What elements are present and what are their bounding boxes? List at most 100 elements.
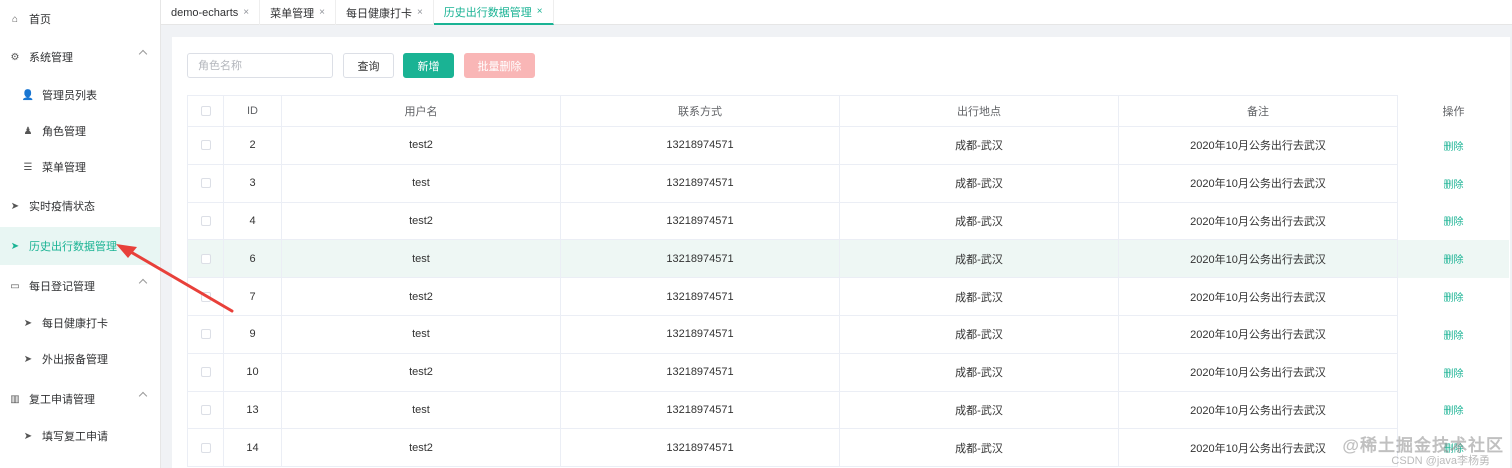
close-icon[interactable]: × <box>537 6 543 17</box>
table-row[interactable]: 3 test 13218974571 成都-武汉 2020年10月公务出行去武汉 删除 <box>187 163 1510 203</box>
cell-remark: 2020年10月公务出行去武汉 <box>1118 390 1398 430</box>
bar-chart-icon: ▥ <box>10 393 20 405</box>
table-row[interactable]: 14 test2 13218974571 成都-武汉 2020年10月公务出行去武汉 删除 <box>187 428 1510 468</box>
sidebar-item-travel-history[interactable]: ➤ 历史出行数据管理 <box>0 227 160 265</box>
row-select-cell <box>187 201 224 241</box>
role-name-search-input[interactable] <box>187 53 333 78</box>
send-icon: ➤ <box>10 240 20 252</box>
sidebar-item-menus[interactable]: ☰ 菜单管理 <box>0 148 160 186</box>
travel-data-table: ID 用户名 联系方式 出行地点 备注 操作 2 test2 13218974571… <box>187 95 1510 468</box>
cell-id: 9 <box>223 314 282 354</box>
cell-contact: 13218974571 <box>560 277 840 316</box>
cell-place: 成都-武汉 <box>839 314 1119 354</box>
delete-link[interactable]: 删除 <box>1444 293 1464 304</box>
column-header-id: ID <box>223 95 282 127</box>
cell-username: test2 <box>281 428 561 468</box>
delete-link[interactable]: 删除 <box>1444 217 1464 228</box>
tab-daily-health-checkin[interactable]: 每日健康打卡 × <box>336 0 434 25</box>
cell-actions: 删除 <box>1398 127 1510 165</box>
cell-actions: 删除 <box>1398 353 1510 391</box>
tab-label: 菜单管理 <box>270 7 315 20</box>
cell-username: test <box>281 239 561 279</box>
close-icon[interactable]: × <box>243 7 249 18</box>
add-button[interactable]: 新增 <box>403 53 454 78</box>
delete-link[interactable]: 删除 <box>1444 180 1464 191</box>
send-icon: ➤ <box>10 200 20 212</box>
row-select-cell <box>187 390 224 430</box>
sidebar-item-admins[interactable]: 👤 管理员列表 <box>0 76 160 114</box>
cell-username: test <box>281 163 561 203</box>
tab-travel-history[interactable]: 历史出行数据管理 × <box>433 0 554 25</box>
select-all-checkbox[interactable] <box>200 106 211 117</box>
cell-username: test <box>281 314 561 354</box>
cell-contact: 13218974571 <box>560 314 840 354</box>
table-row[interactable]: 9 test 13218974571 成都-武汉 2020年10月公务出行去武汉 删除 <box>187 314 1510 354</box>
delete-link[interactable]: 删除 <box>1444 406 1464 417</box>
sidebar-item-fill-return-application[interactable]: ➤ 填写复工申请 <box>0 417 160 455</box>
column-header-username: 用户名 <box>281 95 561 127</box>
table-row[interactable]: 2 test2 13218974571 成都-武汉 2020年10月公务出行去武汉 删除 <box>187 126 1510 165</box>
column-header-remark: 备注 <box>1118 95 1398 127</box>
row-select-cell <box>187 126 224 165</box>
select-all-cell <box>187 95 224 127</box>
delete-link[interactable]: 删除 <box>1444 142 1464 153</box>
cell-actions: 删除 <box>1398 315 1510 353</box>
row-checkbox[interactable] <box>200 216 211 227</box>
cell-actions: 删除 <box>1398 202 1510 240</box>
sidebar-item-outing-report[interactable]: ➤ 外出报备管理 <box>0 340 160 378</box>
cell-id: 4 <box>223 201 282 241</box>
chevron-up-icon <box>138 278 148 288</box>
chevron-up-icon <box>138 391 148 401</box>
cell-place: 成都-武汉 <box>839 126 1119 165</box>
cell-contact: 13218974571 <box>560 352 840 392</box>
sidebar-item-home[interactable]: ⌂ 首页 <box>0 0 160 38</box>
row-checkbox[interactable] <box>200 140 211 151</box>
cell-remark: 2020年10月公务出行去武汉 <box>1118 239 1398 279</box>
row-checkbox[interactable] <box>200 442 211 453</box>
cell-place: 成都-武汉 <box>839 277 1119 316</box>
row-select-cell <box>187 352 224 392</box>
table-row[interactable]: 7 test2 13218974571 成都-武汉 2020年10月公务出行去武汉 删除 <box>187 277 1510 316</box>
sidebar-item-return-to-work[interactable]: ▥ 复工申请管理 <box>0 380 160 418</box>
tab-menu-management[interactable]: 菜单管理 × <box>260 0 336 25</box>
sidebar-item-label: 菜单管理 <box>42 162 86 174</box>
delete-link[interactable]: 删除 <box>1444 369 1464 380</box>
close-icon[interactable]: × <box>417 7 423 18</box>
sidebar-item-realtime-epidemic[interactable]: ➤ 实时疫情状态 <box>0 187 160 225</box>
tab-label: demo-echarts <box>171 6 239 19</box>
sidebar-item-daily-registration[interactable]: ▭ 每日登记管理 <box>0 267 160 305</box>
row-select-cell <box>187 163 224 203</box>
row-select-cell <box>187 314 224 354</box>
table-row[interactable]: 13 test 13218974571 成都-武汉 2020年10月公务出行去武汉 删除 <box>187 390 1510 430</box>
sidebar-item-label: 外出报备管理 <box>42 354 108 366</box>
cell-contact: 13218974571 <box>560 390 840 430</box>
row-checkbox[interactable] <box>200 291 211 302</box>
cell-remark: 2020年10月公务出行去武汉 <box>1118 352 1398 392</box>
sidebar-item-roles[interactable]: ♟ 角色管理 <box>0 112 160 150</box>
table-row[interactable]: 4 test2 13218974571 成都-武汉 2020年10月公务出行去武汉 删除 <box>187 201 1510 241</box>
sidebar-item-system[interactable]: ⚙ 系统管理 <box>0 38 160 76</box>
row-checkbox[interactable] <box>200 367 211 378</box>
cell-place: 成都-武汉 <box>839 352 1119 392</box>
row-checkbox[interactable] <box>200 178 211 189</box>
table-row[interactable]: 10 test2 13218974571 成都-武汉 2020年10月公务出行去武汉 删除 <box>187 352 1510 392</box>
tab-bar: demo-echarts × 菜单管理 × 每日健康打卡 × 历史出行数据管理 … <box>161 0 1512 25</box>
sidebar-item-daily-health-checkin[interactable]: ➤ 每日健康打卡 <box>0 304 160 342</box>
delete-link[interactable]: 删除 <box>1444 255 1464 266</box>
cell-place: 成都-武汉 <box>839 239 1119 279</box>
table-body: 2 test2 13218974571 成都-武汉 2020年10月公务出行去武汉 删除 3… <box>187 126 1510 468</box>
cell-contact: 13218974571 <box>560 428 840 468</box>
table-row[interactable]: 6 test 13218974571 成都-武汉 2020年10月公务出行去武汉 删除 <box>187 239 1510 279</box>
close-icon[interactable]: × <box>319 7 325 18</box>
cell-place: 成都-武汉 <box>839 428 1119 468</box>
row-checkbox[interactable] <box>200 405 211 416</box>
cell-remark: 2020年10月公务出行去武汉 <box>1118 277 1398 316</box>
batch-delete-button[interactable]: 批量删除 <box>464 53 535 78</box>
query-button[interactable]: 查询 <box>343 53 394 78</box>
row-checkbox[interactable] <box>200 329 211 340</box>
delete-link[interactable]: 删除 <box>1444 331 1464 342</box>
tab-demo-echarts[interactable]: demo-echarts × <box>161 0 261 25</box>
cell-username: test2 <box>281 352 561 392</box>
row-checkbox[interactable] <box>200 253 211 264</box>
tab-label: 历史出行数据管理 <box>443 6 532 19</box>
